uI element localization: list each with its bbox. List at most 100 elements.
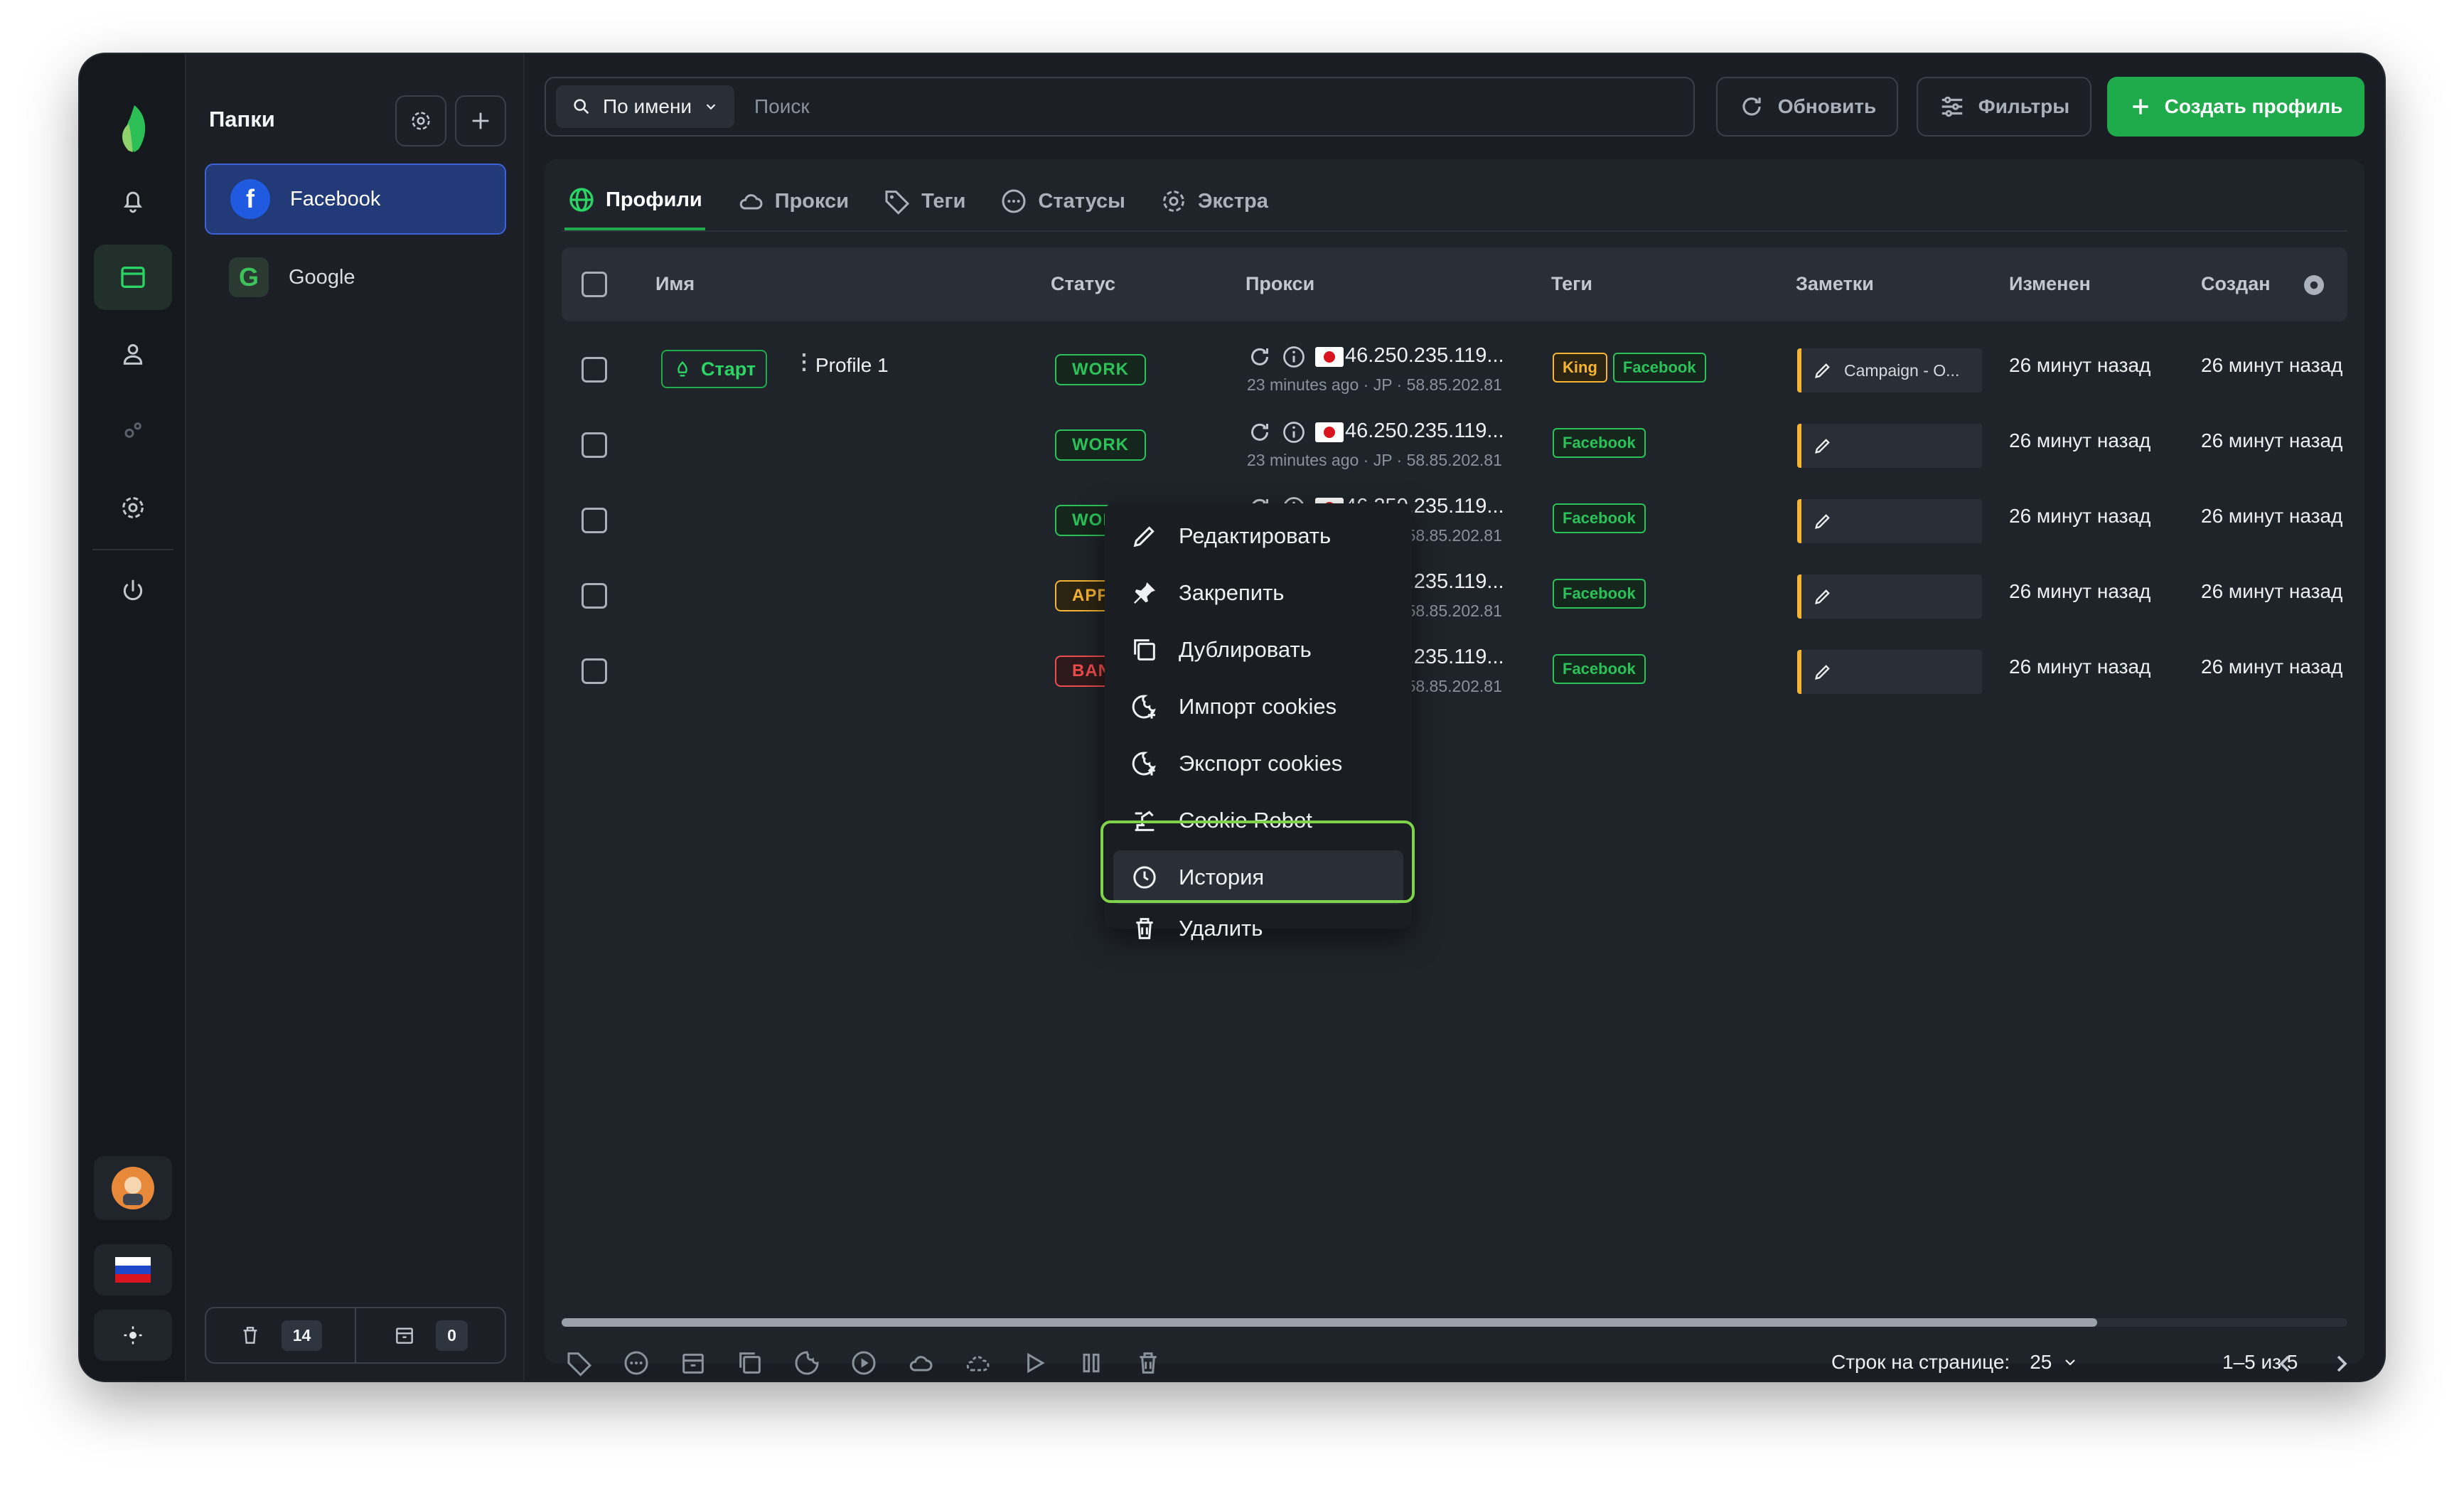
row-checkbox[interactable] <box>582 583 607 609</box>
tag-badge[interactable]: Facebook <box>1612 353 1706 383</box>
bulk-duplicate-button[interactable] <box>732 1345 768 1381</box>
settings-nav-button[interactable] <box>94 475 172 540</box>
bulk-robot-button[interactable] <box>846 1345 882 1381</box>
bulk-tag-button[interactable] <box>562 1345 597 1381</box>
rows-per-page-select[interactable]: 25 <box>2030 1351 2052 1374</box>
profiles-nav-button[interactable] <box>94 245 172 310</box>
proxy-ip[interactable]: 46.250.235.119... <box>1345 344 1504 368</box>
info-icon[interactable] <box>1281 419 1307 445</box>
tab-profiles[interactable]: Профили <box>564 172 705 230</box>
row-checkbox[interactable] <box>582 658 607 684</box>
tag-badge[interactable]: Facebook <box>1553 579 1646 609</box>
row-menu-button[interactable]: ⋮ <box>793 350 815 375</box>
info-icon[interactable] <box>1281 344 1307 370</box>
app-logo-icon <box>122 105 146 152</box>
folder-item-facebook[interactable]: f Facebook <box>205 164 506 235</box>
note-field[interactable] <box>1797 424 1982 468</box>
automation-nav-button[interactable] <box>94 398 172 464</box>
tab-tags[interactable]: Теги <box>880 172 968 230</box>
profile-name[interactable]: Profile 1 <box>815 354 889 377</box>
russian-flag-icon <box>115 1257 151 1283</box>
users-nav-button[interactable] <box>94 321 172 387</box>
menu-item-export-cookies[interactable]: Экспорт cookies <box>1113 737 1403 791</box>
table-row[interactable]: WORK 46.250.235.119... 23 minutes ago · … <box>562 485 2347 560</box>
chevron-left-icon[interactable] <box>2271 1349 2299 1378</box>
trash-icon <box>1140 1352 1157 1374</box>
column-header-created[interactable]: Создан <box>2201 273 2271 295</box>
menu-item-pin[interactable]: Закрепить <box>1113 566 1403 620</box>
tag-badge[interactable]: King <box>1553 353 1607 383</box>
trash-button[interactable]: 14 <box>206 1308 355 1362</box>
bulk-cookies-button[interactable] <box>789 1345 825 1381</box>
menu-item-import-cookies[interactable]: Импорт cookies <box>1113 680 1403 734</box>
refresh-icon[interactable] <box>1247 344 1273 370</box>
note-field[interactable] <box>1797 499 1982 543</box>
tag-badge[interactable]: Facebook <box>1553 654 1646 684</box>
archive-button[interactable]: 0 <box>355 1308 505 1362</box>
refresh-button[interactable]: Обновить <box>1716 77 1898 137</box>
tab-label: Экстра <box>1197 189 1268 213</box>
status-badge[interactable]: WORK <box>1055 429 1146 461</box>
tab-statuses[interactable]: Статусы <box>997 172 1128 230</box>
note-field[interactable] <box>1797 650 1982 694</box>
tab-proxies[interactable]: Прокси <box>734 172 852 230</box>
pencil-icon <box>1815 514 1830 529</box>
chevron-down-icon <box>706 104 716 110</box>
theme-toggle[interactable] <box>94 1310 172 1361</box>
tag-badge[interactable]: Facebook <box>1553 428 1646 458</box>
bulk-status-button[interactable] <box>618 1345 654 1381</box>
column-header-modified[interactable]: Изменен <box>2009 273 2091 295</box>
notifications-button[interactable] <box>94 168 172 233</box>
bulk-stop-button[interactable] <box>1073 1345 1109 1381</box>
search-input[interactable]: Поиск <box>754 95 810 118</box>
row-checkbox[interactable] <box>582 357 607 383</box>
table-row[interactable]: WORK 46.250.235.119... 23 minutes ago · … <box>562 410 2347 485</box>
search-mode-select[interactable]: По имени <box>556 85 735 128</box>
row-checkbox[interactable] <box>582 508 607 533</box>
tab-extra[interactable]: Экстра <box>1157 172 1271 230</box>
proxy-actions <box>1247 344 1344 370</box>
table-row[interactable]: BAN 46.250.235.119... 23 minutes ago · J… <box>562 636 2347 711</box>
japan-flag-icon <box>1315 422 1344 442</box>
menu-item-edit[interactable]: Редактировать <box>1113 509 1403 563</box>
horizontal-scrollbar-thumb[interactable] <box>562 1318 2097 1327</box>
add-folder-button[interactable] <box>455 95 506 146</box>
bulk-delete-button[interactable] <box>1130 1345 1166 1381</box>
note-field[interactable]: Campaign - O... <box>1797 348 1982 392</box>
chevron-right-icon[interactable] <box>2328 1349 2356 1378</box>
created-time: 26 минут назад <box>2201 580 2343 602</box>
bulk-sync-button[interactable] <box>903 1345 938 1381</box>
chevron-down-icon[interactable] <box>2062 1354 2079 1371</box>
column-settings-icon[interactable] <box>2299 270 2329 300</box>
row-checkbox[interactable] <box>582 432 607 458</box>
column-header-status[interactable]: Статус <box>1051 273 1115 295</box>
proxy-ip[interactable]: 46.250.235.119... <box>1345 419 1504 443</box>
folder-settings-button[interactable] <box>395 95 446 146</box>
tab-label: Статусы <box>1038 189 1125 213</box>
column-header-name[interactable]: Имя <box>655 273 695 295</box>
menu-item-duplicate[interactable]: Дублировать <box>1113 623 1403 677</box>
bulk-proxy-button[interactable] <box>960 1345 995 1381</box>
column-header-tags[interactable]: Теги <box>1551 273 1592 295</box>
language-button[interactable] <box>94 1244 172 1295</box>
table-row[interactable]: Старт ⋮ Profile 1 WORK 46.250.235.119...… <box>562 334 2347 410</box>
select-all-checkbox[interactable] <box>582 272 607 297</box>
tags-cell: King Facebook <box>1553 353 1706 383</box>
refresh-icon[interactable] <box>1247 419 1273 445</box>
status-badge[interactable]: WORK <box>1055 354 1146 385</box>
start-profile-button[interactable]: Старт <box>661 350 768 388</box>
folder-item-google[interactable]: G Google <box>205 242 506 313</box>
bulk-start-button[interactable] <box>1017 1345 1052 1381</box>
menu-item-delete[interactable]: Удалить <box>1113 906 1403 951</box>
rows-per-page: Строк на странице: 25 <box>1831 1351 2079 1374</box>
column-header-proxy[interactable]: Прокси <box>1246 273 1314 295</box>
table-row[interactable]: APPEAL 46.250.235.119... 23 minutes ago … <box>562 560 2347 636</box>
create-profile-button[interactable]: Создать профиль <box>2107 77 2364 137</box>
column-header-notes[interactable]: Заметки <box>1796 273 1874 295</box>
user-avatar[interactable] <box>94 1156 172 1220</box>
tag-badge[interactable]: Facebook <box>1553 503 1646 533</box>
note-field[interactable] <box>1797 574 1982 619</box>
power-button[interactable] <box>94 559 172 624</box>
bulk-archive-button[interactable] <box>675 1345 711 1381</box>
filters-button[interactable]: Фильтры <box>1917 77 2091 137</box>
